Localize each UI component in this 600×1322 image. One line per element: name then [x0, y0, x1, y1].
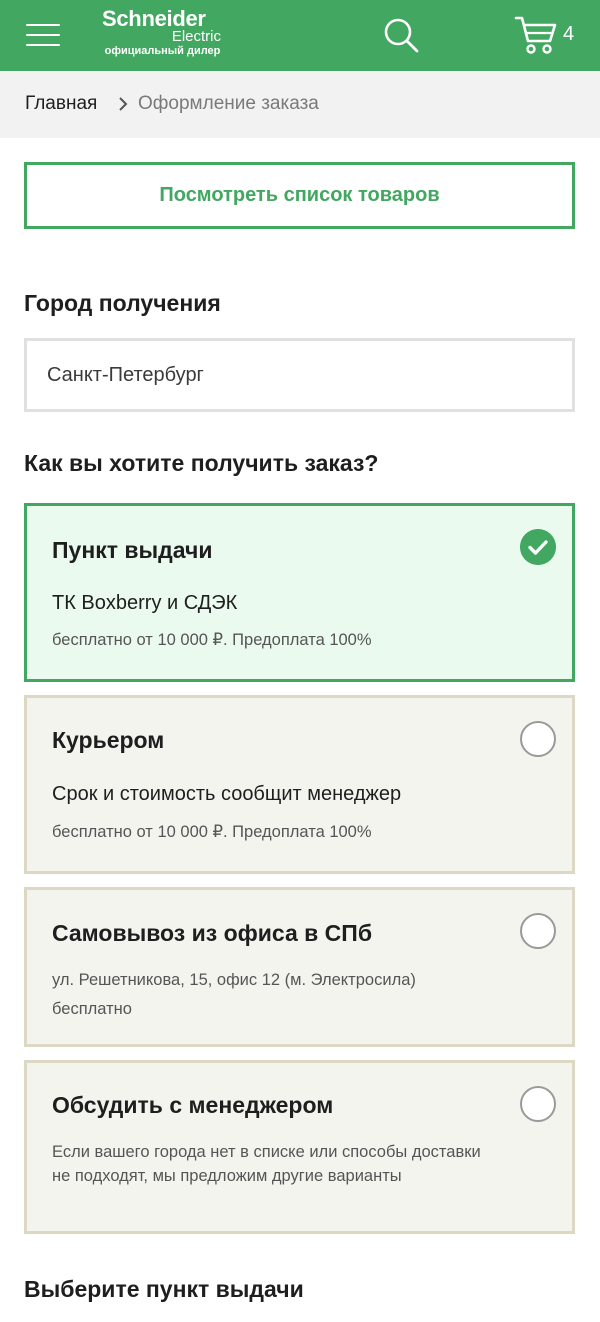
delivery-option-self-pickup[interactable]: Самовывоз из офиса в СПб ул. Решетникова… — [24, 887, 575, 1047]
cart-count[interactable]: 4 — [563, 22, 574, 46]
option-address: ул. Решетникова, 15, офис 12 (м. Электро… — [52, 971, 416, 989]
delivery-option-courier[interactable]: Курьером Срок и стоимость сообщит менедж… — [24, 695, 575, 874]
option-note: бесплатно от 10 000 ₽. Предоплата 100% — [52, 823, 372, 841]
option-description: Срок и стоимость сообщит менеджер — [52, 783, 402, 805]
pickup-section-title: Выберите пункт выдачи — [24, 1276, 304, 1302]
option-title: Обсудить с менеджером — [52, 1092, 334, 1118]
radio-button[interactable] — [520, 913, 556, 949]
radio-button[interactable] — [520, 721, 556, 757]
option-title: Курьером — [52, 727, 165, 753]
option-description: ТК Boxberry и СДЭК — [52, 592, 238, 614]
option-note: бесплатно от 10 000 ₽. Предоплата 100% — [52, 631, 372, 649]
radio-button[interactable] — [520, 1086, 556, 1122]
option-title: Самовывоз из офиса в СПб — [52, 920, 373, 946]
breadcrumb-current: Оформление заказа — [138, 93, 319, 114]
search-icon[interactable] — [382, 16, 420, 54]
chevron-right-icon — [119, 97, 128, 111]
view-products-button[interactable]: Посмотреть список товаров — [24, 162, 575, 229]
checkmark-icon[interactable] — [520, 529, 556, 565]
breadcrumb-home-link[interactable]: Главная — [25, 93, 97, 115]
cart-icon[interactable] — [514, 14, 558, 56]
city-section-title: Город получения — [24, 290, 221, 316]
option-price: бесплатно — [52, 1000, 132, 1018]
logo-main-text: Schneider — [102, 6, 206, 31]
site-header: Schneider Electric официальный дилер 4 — [0, 0, 600, 71]
logo-sub-text: Electric — [171, 28, 221, 45]
city-input[interactable] — [24, 338, 575, 412]
delivery-option-pickup-point[interactable]: Пункт выдачи ТК Boxberry и СДЭК бесплатн… — [24, 503, 575, 682]
breadcrumb: Главная Оформление заказа — [0, 71, 600, 138]
logo-dealer-text: официальный дилер — [104, 45, 221, 57]
delivery-section-title: Как вы хотите получить заказ? — [24, 450, 379, 476]
option-note: Если вашего города нет в списке или спос… — [52, 1143, 481, 1185]
menu-icon[interactable] — [26, 22, 60, 48]
delivery-option-discuss-manager[interactable]: Обсудить с менеджером Если вашего города… — [24, 1060, 575, 1234]
logo[interactable]: Schneider Electric официальный дилер — [100, 8, 225, 64]
option-title: Пункт выдачи — [52, 537, 213, 563]
